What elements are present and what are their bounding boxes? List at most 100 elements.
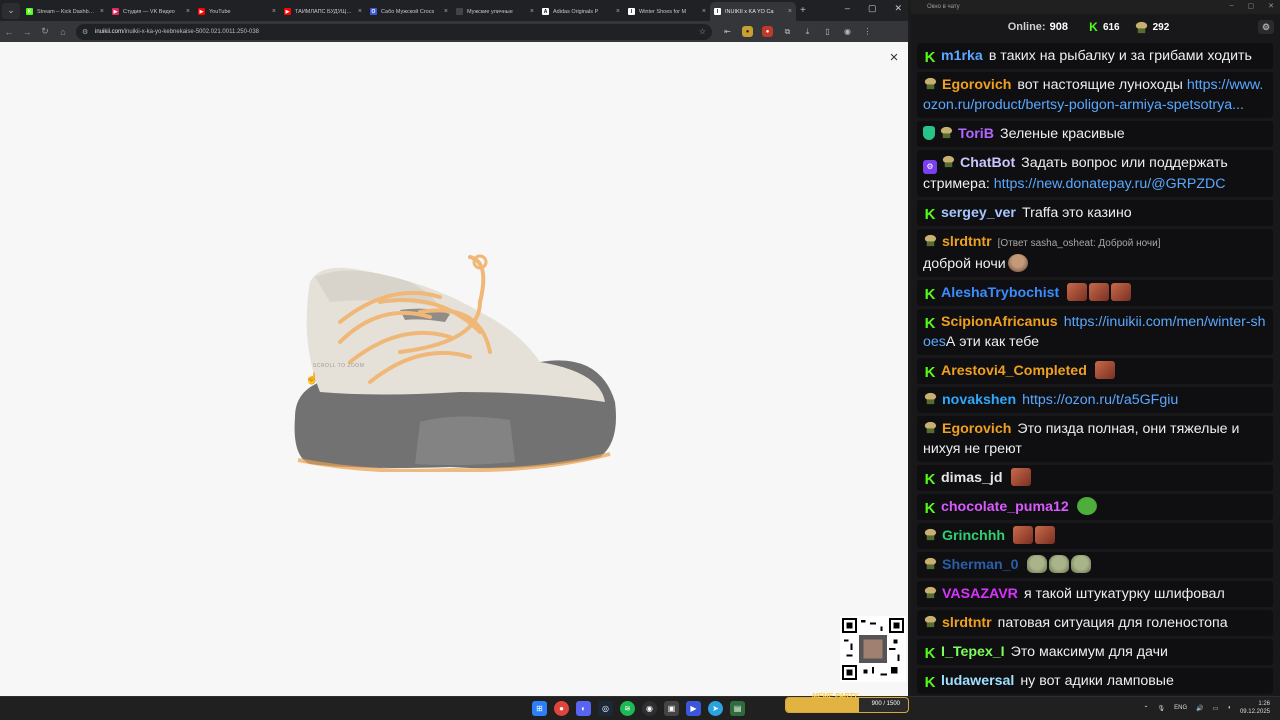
tab-close-icon[interactable]: × — [702, 8, 706, 15]
media-player-icon[interactable]: ▶ — [686, 701, 701, 716]
browser-window: ⌄ K Stream – Kick Dashboard × ▶ Студия — VK … — [0, 0, 908, 696]
maximize-icon[interactable]: ▢ — [1248, 2, 1255, 10]
bot-badge-icon: ⚙ — [923, 160, 937, 174]
browser-tab[interactable]: A Adidas Originals P × — [538, 2, 624, 21]
emote-icon — [1035, 526, 1056, 544]
tab-close-icon[interactable]: × — [100, 8, 104, 15]
chat-username[interactable]: ScipionAfricanus — [941, 314, 1058, 330]
extension-icon[interactable]: ● — [762, 26, 773, 37]
maximize-icon[interactable]: ▢ — [868, 3, 877, 14]
microphone-icon[interactable]: 🎙 — [1158, 705, 1166, 712]
discord-icon[interactable]: ◐ — [576, 701, 591, 716]
windows-start-icon[interactable]: ⊞ — [532, 701, 547, 716]
chat-username[interactable]: slrdtntr — [942, 615, 992, 631]
browser-tab[interactable]: O Сабо Мужской Crocs × — [366, 2, 452, 21]
chat-username[interactable]: chocolate_puma12 — [941, 499, 1069, 515]
tab-close-icon[interactable]: × — [186, 8, 190, 15]
download-icon[interactable]: ⤓ — [802, 26, 813, 37]
share-icon[interactable]: ⇤ — [722, 26, 733, 37]
chat-username[interactable]: dimas_jd — [941, 470, 1003, 486]
emote-icon — [1048, 555, 1069, 573]
chat-username[interactable]: AleshaTrybochist — [941, 285, 1059, 301]
app-icon[interactable]: ▤ — [730, 701, 745, 716]
extension-icon[interactable]: ● — [742, 26, 753, 37]
chat-username[interactable]: novakshen — [942, 392, 1016, 408]
address-bar[interactable]: ⚙ inuikii.com /inuikii-x-ka-yo-kebnekais… — [76, 23, 712, 40]
chat-link[interactable]: https://ozon.ru/t/a5GFgiu — [1022, 392, 1178, 408]
tab-favicon-icon: I — [628, 8, 635, 15]
tab-close-icon[interactable]: × — [358, 8, 362, 15]
chat-username[interactable]: I_Tepex_I — [941, 644, 1005, 660]
browser-tab[interactable]: K Stream – Kick Dashboard × — [22, 2, 108, 21]
speaker-icon[interactable]: 🔊 — [1196, 705, 1203, 712]
chevron-up-icon[interactable]: ⌃ — [1144, 705, 1149, 712]
chat-username[interactable]: Grinchhh — [942, 528, 1005, 544]
browser-tab[interactable]: I INUIKII x KA YO Ca × — [710, 2, 796, 21]
chat-username[interactable]: VASAZAVR — [942, 586, 1018, 602]
chat-username[interactable]: ToriB — [958, 126, 994, 142]
taskbar: ⊞ ● ◐ ◎ ≋ ◉ ▣ ▶ ➤ ▤ ⌃ 🎙 ENG 🔊 ▭ ◖ 1:26 0… — [0, 696, 1280, 720]
tab-close-icon[interactable]: × — [530, 8, 534, 15]
chat-message: K Arestovi4_Completed — [917, 358, 1273, 384]
language-indicator[interactable]: ENG — [1174, 705, 1187, 711]
minimize-icon[interactable]: – — [845, 3, 850, 14]
menu-icon[interactable]: ⋮ — [862, 26, 873, 37]
browser-tab[interactable]: Мужские уличные × — [452, 2, 538, 21]
tab-close-icon[interactable]: × — [788, 8, 792, 15]
close-window-icon[interactable]: ✕ — [1268, 2, 1274, 10]
chat-username[interactable]: ludawersal — [941, 673, 1014, 689]
chat-link[interactable]: https://new.donatepay.ru/@GRPZDC — [994, 176, 1226, 192]
volume-icon[interactable]: ◖ — [1227, 705, 1231, 711]
minimize-icon[interactable]: – — [1230, 2, 1234, 10]
chrome-icon[interactable]: ● — [554, 701, 569, 716]
steam-icon[interactable]: ◎ — [598, 701, 613, 716]
gear-icon[interactable]: ⚙ — [1258, 20, 1274, 34]
app-icon[interactable]: ▣ — [664, 701, 679, 716]
chat-message-text: патовая ситуация для голеностопа — [997, 615, 1228, 631]
chat-username[interactable]: Sherman_0 — [942, 557, 1019, 573]
sub-badge-icon — [924, 234, 937, 247]
chat-username[interactable]: Arestovi4_Completed — [941, 363, 1087, 379]
kick-badge-icon: K — [924, 500, 936, 517]
tab-title: Мужские уличные — [467, 8, 513, 15]
extensions-puzzle-icon[interactable]: ⧉ — [782, 26, 793, 37]
tab-search-button[interactable]: ⌄ — [2, 2, 20, 19]
browser-tab[interactable]: ▶ Студия — VK Видео × — [108, 2, 194, 21]
tab-close-icon[interactable]: × — [272, 8, 276, 15]
chat-username[interactable]: m1rka — [941, 48, 983, 64]
chat-username[interactable]: slrdtntr — [942, 234, 992, 250]
telegram-icon[interactable]: ➤ — [708, 701, 723, 716]
kick-badge-icon: K — [924, 471, 936, 488]
system-clock[interactable]: 1:26 09.12.2025 — [1240, 700, 1270, 716]
bookmark-star-icon[interactable]: ☆ — [699, 27, 706, 36]
spotify-icon[interactable]: ≋ — [620, 701, 635, 716]
tab-close-icon[interactable]: × — [616, 8, 620, 15]
network-icon[interactable]: ▭ — [1213, 705, 1219, 712]
chat-username[interactable]: Egorovich — [942, 77, 1011, 93]
profile-icon[interactable]: ◉ — [842, 26, 853, 37]
tab-close-icon[interactable]: × — [444, 8, 448, 15]
chat-message-text: доброй ночи — [923, 256, 1006, 272]
chat-username[interactable]: ChatBot — [960, 155, 1015, 171]
tab-title: Adidas Originals P — [553, 8, 599, 15]
browser-tab[interactable]: ▶ YouTube × — [194, 2, 280, 21]
close-icon[interactable]: × — [886, 50, 902, 66]
back-icon[interactable]: ← — [0, 23, 18, 41]
close-window-icon[interactable]: ✕ — [894, 3, 902, 14]
home-icon[interactable]: ⌂ — [54, 23, 72, 41]
reload-icon[interactable]: ↻ — [36, 23, 54, 41]
browser-tab[interactable]: I Winter Shoes for M × — [624, 2, 710, 21]
browser-tab[interactable]: ▶ ТАЙМЛАПС БУДУЩЕГО × — [280, 2, 366, 21]
kick-badge-icon: K — [924, 674, 936, 691]
chat-username[interactable]: sergey_ver — [941, 205, 1016, 221]
sidebar-icon[interactable]: ▯ — [822, 26, 833, 37]
obs-icon[interactable]: ◉ — [642, 701, 657, 716]
new-tab-button[interactable]: + — [800, 5, 806, 16]
tab-list: K Stream – Kick Dashboard × ▶ Студия — VK Ви… — [22, 0, 796, 21]
kick-badge-icon: K — [924, 49, 936, 66]
forward-icon[interactable]: → — [18, 23, 36, 41]
shoe-image[interactable] — [280, 222, 630, 472]
tab-favicon-icon: K — [26, 8, 33, 15]
chat-username[interactable]: Egorovich — [942, 421, 1011, 437]
site-info-icon[interactable]: ⚙ — [82, 28, 92, 36]
